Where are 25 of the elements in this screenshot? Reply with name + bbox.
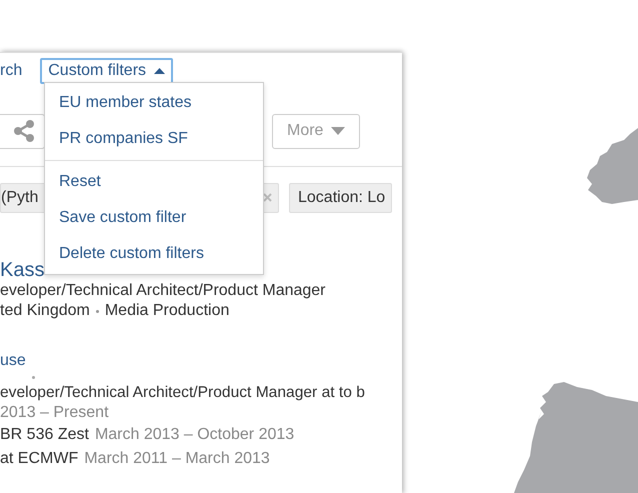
position-text: eveloper/Technical Architect/Product Manager at to b [0,383,366,403]
caret-icon [331,127,346,135]
filter-chip[interactable]: Location: Lo [289,183,392,213]
headline-text: eveloper/Technical Architect/Product Manager [0,281,327,301]
search-tab[interactable]: rch [0,62,22,80]
menu-item[interactable]: EU member states [45,85,263,121]
menu-item[interactable]: Save custom filter [45,200,263,236]
separator-dot [32,376,35,379]
company-link[interactable]: use [0,351,402,371]
date-range: March 2011 – March 2013 [84,449,270,469]
separator-dot [96,310,99,312]
menu-item[interactable]: PR companies SF [45,121,263,157]
menu-item[interactable]: Delete custom filters [45,236,263,272]
custom-filters-button[interactable]: Custom filters [40,58,174,84]
location-text: ted Kingdom [0,301,90,321]
date-range: 2013 – Present [0,403,110,423]
share-button[interactable] [0,114,45,148]
position-text: at ECMWF [0,449,78,469]
menu-item[interactable]: Reset [45,164,263,200]
date-range: March 2013 – October 2013 [94,425,294,445]
industry-text: Media Production [104,301,230,321]
position-text: BR 536 Zest [0,425,89,445]
caret-icon [154,68,166,74]
share-icon [14,120,34,142]
close-icon[interactable] [263,193,272,202]
